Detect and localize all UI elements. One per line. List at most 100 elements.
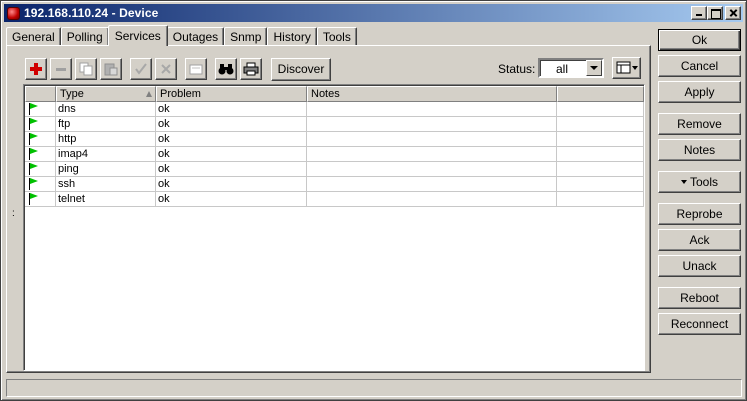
column-header-problem[interactable]: Problem — [156, 86, 307, 102]
flag-cell — [25, 192, 56, 207]
add-button[interactable] — [25, 58, 47, 80]
cell-problem: ok — [156, 132, 307, 147]
cell-extra — [557, 162, 644, 177]
reconnect-button[interactable]: Reconnect — [658, 313, 741, 335]
tab-services[interactable]: Services — [107, 25, 168, 46]
apply-button[interactable]: Apply — [658, 81, 741, 103]
column-header-type[interactable]: Type — [56, 86, 156, 102]
cell-type: dns — [56, 102, 156, 117]
cell-type: ssh — [56, 177, 156, 192]
flag-cell — [25, 117, 56, 132]
notes-button[interactable]: Notes — [658, 139, 741, 161]
green-flag-icon — [29, 103, 38, 115]
column-header-notes[interactable]: Notes — [307, 86, 557, 102]
cell-notes — [307, 102, 557, 117]
cell-problem: ok — [156, 117, 307, 132]
remove-button[interactable] — [50, 58, 72, 80]
flag-cell — [25, 102, 56, 117]
table-row[interactable]: http ok — [25, 132, 644, 147]
column-header-flag[interactable] — [25, 86, 56, 102]
comment-button[interactable] — [185, 58, 207, 80]
column-header-type-label: Type — [60, 88, 84, 100]
copy-icon — [79, 62, 93, 76]
cell-type: telnet — [56, 192, 156, 207]
table-row[interactable]: dns ok — [25, 102, 644, 117]
tab-tools[interactable]: Tools — [316, 27, 357, 46]
cell-notes — [307, 192, 557, 207]
cell-problem: ok — [156, 177, 307, 192]
table-row[interactable]: ping ok — [25, 162, 644, 177]
tab-outages[interactable]: Outages — [166, 27, 225, 46]
cell-notes — [307, 162, 557, 177]
chevron-down-icon[interactable] — [586, 60, 602, 76]
cell-type: http — [56, 132, 156, 147]
green-flag-icon — [29, 178, 38, 190]
tools-menu-button[interactable]: Tools — [658, 171, 741, 193]
sort-ascending-icon — [146, 91, 152, 97]
copy-button[interactable] — [75, 58, 97, 80]
cell-extra — [557, 102, 644, 117]
comment-icon — [189, 64, 203, 75]
reboot-button[interactable]: Reboot — [658, 287, 741, 309]
cell-notes — [307, 132, 557, 147]
close-icon — [726, 7, 740, 19]
status-bar — [6, 379, 742, 397]
discover-button[interactable]: Discover — [271, 57, 331, 81]
dropdown-arrow-icon — [680, 180, 687, 184]
table-row[interactable]: ssh ok — [25, 177, 644, 192]
columns-icon — [616, 61, 638, 74]
ok-button[interactable]: Ok — [658, 29, 741, 51]
minimize-button[interactable] — [691, 6, 707, 20]
green-flag-icon — [29, 163, 38, 175]
tab-polling[interactable]: Polling — [60, 27, 109, 46]
tab-general[interactable]: General — [6, 27, 61, 46]
enable-button[interactable] — [130, 58, 152, 80]
print-icon — [243, 62, 259, 76]
maximize-button[interactable] — [707, 6, 723, 20]
table-row[interactable]: imap4 ok — [25, 147, 644, 162]
cell-extra — [557, 147, 644, 162]
disable-button[interactable] — [155, 58, 177, 80]
tab-snmp[interactable]: Snmp — [224, 27, 268, 46]
print-button[interactable] — [240, 58, 262, 80]
flag-cell — [25, 162, 56, 177]
cell-problem: ok — [156, 147, 307, 162]
check-icon — [135, 63, 147, 75]
cell-problem: ok — [156, 102, 307, 117]
cell-notes — [307, 117, 557, 132]
ack-button[interactable]: Ack — [658, 229, 741, 251]
table-body: dns ok ftp ok http ok imap4 ok ping ok s… — [25, 102, 644, 207]
cancel-button[interactable]: Cancel — [658, 55, 741, 77]
remove-icon — [56, 68, 66, 71]
green-flag-icon — [29, 133, 38, 145]
cell-extra — [557, 117, 644, 132]
remove-device-button[interactable]: Remove — [658, 113, 741, 135]
table-row[interactable]: telnet ok — [25, 192, 644, 207]
column-header-extra[interactable] — [557, 86, 644, 102]
window-controls — [691, 6, 741, 20]
cell-extra — [557, 177, 644, 192]
close-button[interactable] — [725, 6, 741, 20]
services-table: Type Problem Notes dns ok ftp ok http ok… — [23, 84, 645, 371]
paste-button[interactable] — [100, 58, 122, 80]
find-button[interactable] — [215, 58, 237, 80]
flag-cell — [25, 147, 56, 162]
tab-history[interactable]: History — [267, 27, 317, 46]
cell-type: imap4 — [56, 147, 156, 162]
paste-icon — [104, 63, 118, 76]
cell-type: ftp — [56, 117, 156, 132]
cell-problem: ok — [156, 192, 307, 207]
table-row[interactable]: ftp ok — [25, 117, 644, 132]
cell-notes — [307, 177, 557, 192]
status-filter-select[interactable]: all — [538, 58, 604, 78]
flag-cell — [25, 132, 56, 147]
find-icon — [218, 64, 234, 75]
tools-menu-label: Tools — [689, 175, 718, 189]
cell-extra — [557, 132, 644, 147]
green-flag-icon — [29, 193, 38, 205]
reprobe-button[interactable]: Reprobe — [658, 203, 741, 225]
columns-menu-button[interactable] — [612, 57, 641, 79]
add-icon — [30, 63, 42, 75]
unack-button[interactable]: Unack — [658, 255, 741, 277]
title-bar[interactable]: 192.168.110.24 - Device — [4, 4, 743, 22]
